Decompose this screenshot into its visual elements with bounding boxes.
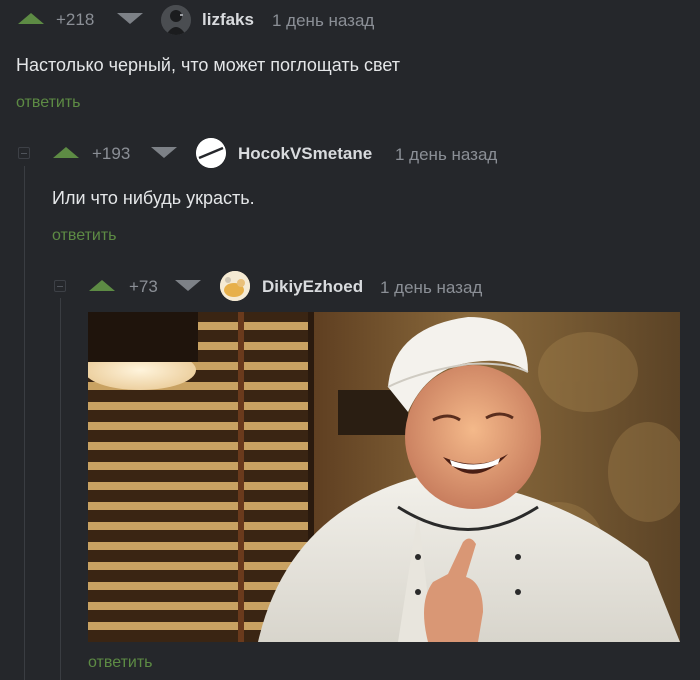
comment-1: +218 lizfaks 1 день назад Настолько черн… [0, 0, 700, 120]
comment-text: Или что нибудь украсть. [52, 188, 255, 208]
comment-timestamp: 1 день назад [272, 11, 375, 30]
downvote-icon[interactable] [117, 13, 143, 24]
reply-button[interactable]: ответить [52, 227, 117, 245]
avatar[interactable] [196, 138, 226, 168]
reply-button[interactable]: ответить [16, 94, 81, 112]
avatar[interactable] [220, 271, 250, 301]
comment-text: Настолько черный, что может поглощать св… [16, 55, 400, 75]
comment-timestamp: 1 день назад [395, 145, 498, 164]
comment-author[interactable]: lizfaks [202, 10, 254, 30]
collapse-icon[interactable] [18, 147, 30, 159]
upvote-icon[interactable] [18, 13, 44, 24]
comment-author[interactable]: DikiyEzhoed [262, 277, 363, 297]
upvote-icon[interactable] [53, 147, 79, 158]
avatar[interactable] [161, 5, 191, 35]
comment-rating: +193 [92, 144, 131, 163]
comment-3: +73 DikiyEzhoed 1 день назад ответить [0, 262, 700, 680]
reply-button[interactable]: ответить [88, 654, 153, 672]
comment-2: +193 HocokVSmetane 1 день назад Или что … [0, 130, 700, 250]
collapse-icon[interactable] [54, 280, 66, 292]
upvote-icon[interactable] [89, 280, 115, 291]
downvote-icon[interactable] [175, 280, 201, 291]
downvote-icon[interactable] [151, 147, 177, 158]
comment-author[interactable]: HocokVSmetane [238, 144, 372, 164]
comment-rating: +218 [56, 10, 95, 29]
comment-timestamp: 1 день назад [380, 278, 483, 297]
comment-rating: +73 [129, 277, 158, 296]
comment-image[interactable] [88, 312, 680, 642]
